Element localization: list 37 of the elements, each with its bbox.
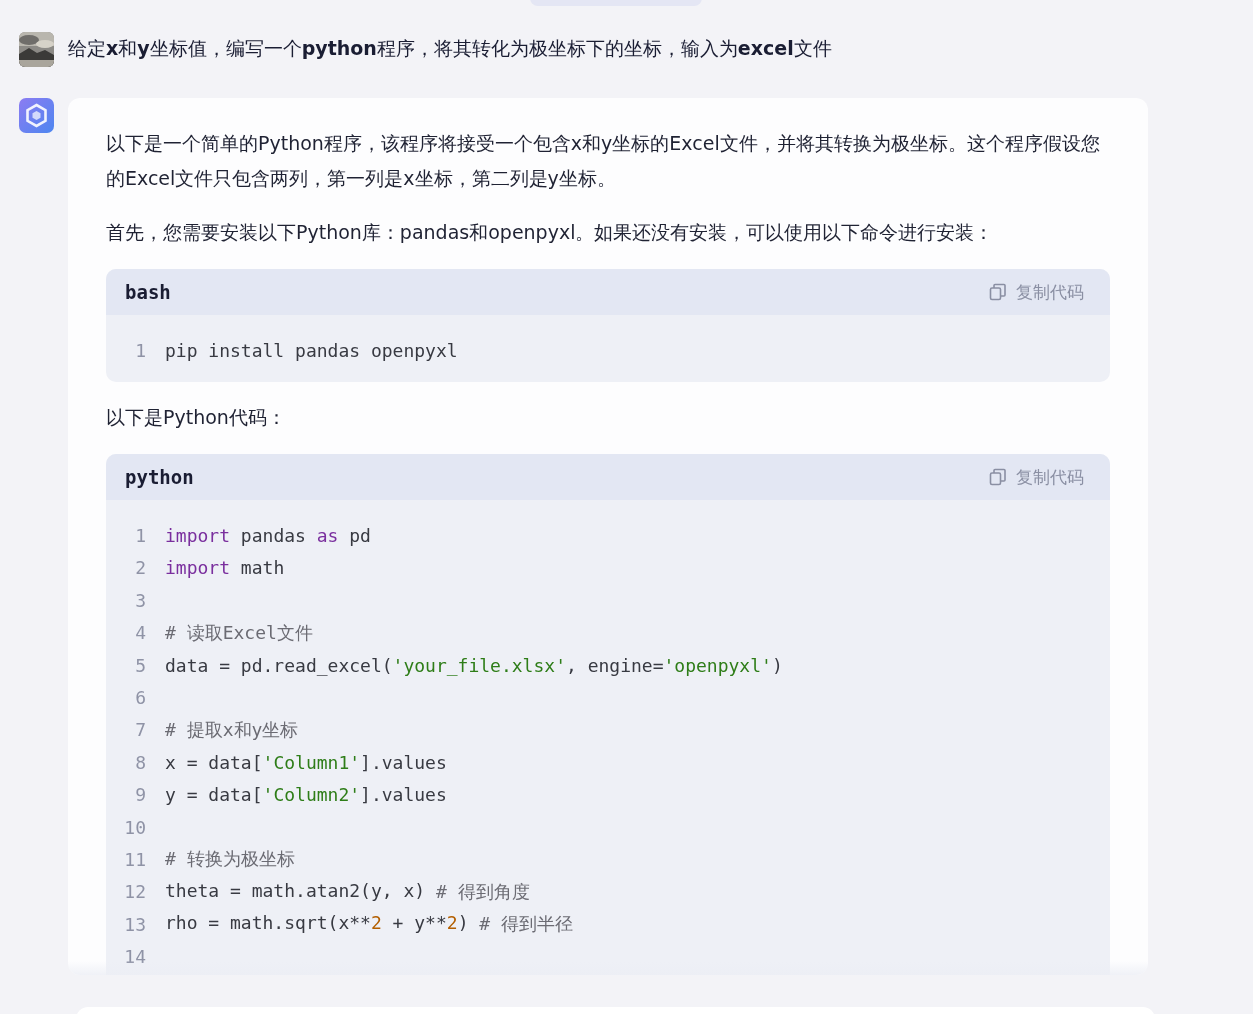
code-line: data = pd.read_excel('your_file.xlsx', engine='openpyxl') xyxy=(165,654,783,676)
line-number: 3 xyxy=(134,589,147,611)
line-number: 7 xyxy=(134,719,147,741)
line-number: 9 xyxy=(134,784,147,806)
copy-code-button[interactable]: 复制代码 xyxy=(989,280,1084,304)
code-line: pip install pandas openpyxl xyxy=(165,339,458,361)
line-number: 1 xyxy=(134,339,147,361)
line-number: 1 xyxy=(134,525,147,547)
line-number: 10 xyxy=(123,816,147,838)
code-language: python xyxy=(125,466,194,489)
code-line: y = data['Column2'].values xyxy=(165,784,447,806)
code-line: rho = math.sqrt(x**2 + y**2) # 得到半径 xyxy=(165,912,573,937)
code-language: bash xyxy=(125,281,171,303)
code-line: x = data['Column1'].values xyxy=(165,751,447,773)
copy-icon xyxy=(989,468,1007,487)
copy-code-button[interactable]: 复制代码 xyxy=(989,465,1084,489)
line-number: 12 xyxy=(123,881,147,903)
line-number: 4 xyxy=(134,622,147,644)
line-number: 11 xyxy=(123,849,147,870)
line-number: 13 xyxy=(123,913,147,935)
code-line: theta = math.atan2(y, x) # 得到角度 xyxy=(165,879,530,904)
line-number: 5 xyxy=(134,654,147,676)
code-line: import pandas as pd xyxy=(165,525,371,547)
code-line: import math xyxy=(165,557,285,579)
question-text: 给定x和y坐标值，编写一个python程序，将其转化为极坐标下的坐标，输入为excel文件 xyxy=(68,36,832,61)
answer-paragraph: 以下是一个简单的Python程序，该程序将接受一个包含x和y坐标的Excel文件，并将其转换为极坐标。这个程序假设您的Excel文件只包含两列，第一列是x坐标，第二列是y坐标。 xyxy=(106,131,1101,191)
answer-paragraph: 首先，您需要安装以下Python库：pandas和openpyxl。如果还没有安装，可以使用以下命令进行安装： xyxy=(106,220,995,245)
line-number: 14 xyxy=(123,946,147,968)
answer-paragraph: 以下是Python代码： xyxy=(106,405,287,431)
line-number: 8 xyxy=(134,751,147,773)
code-line: # 提取x和y坐标 xyxy=(165,717,299,742)
assistant-logo-icon xyxy=(19,98,54,133)
copy-icon xyxy=(989,283,1007,301)
line-number: 6 xyxy=(134,687,147,709)
code-line: # 读取Excel文件 xyxy=(165,620,313,645)
code-line: # 转换为极坐标 xyxy=(165,847,295,872)
line-number: 2 xyxy=(134,557,147,579)
